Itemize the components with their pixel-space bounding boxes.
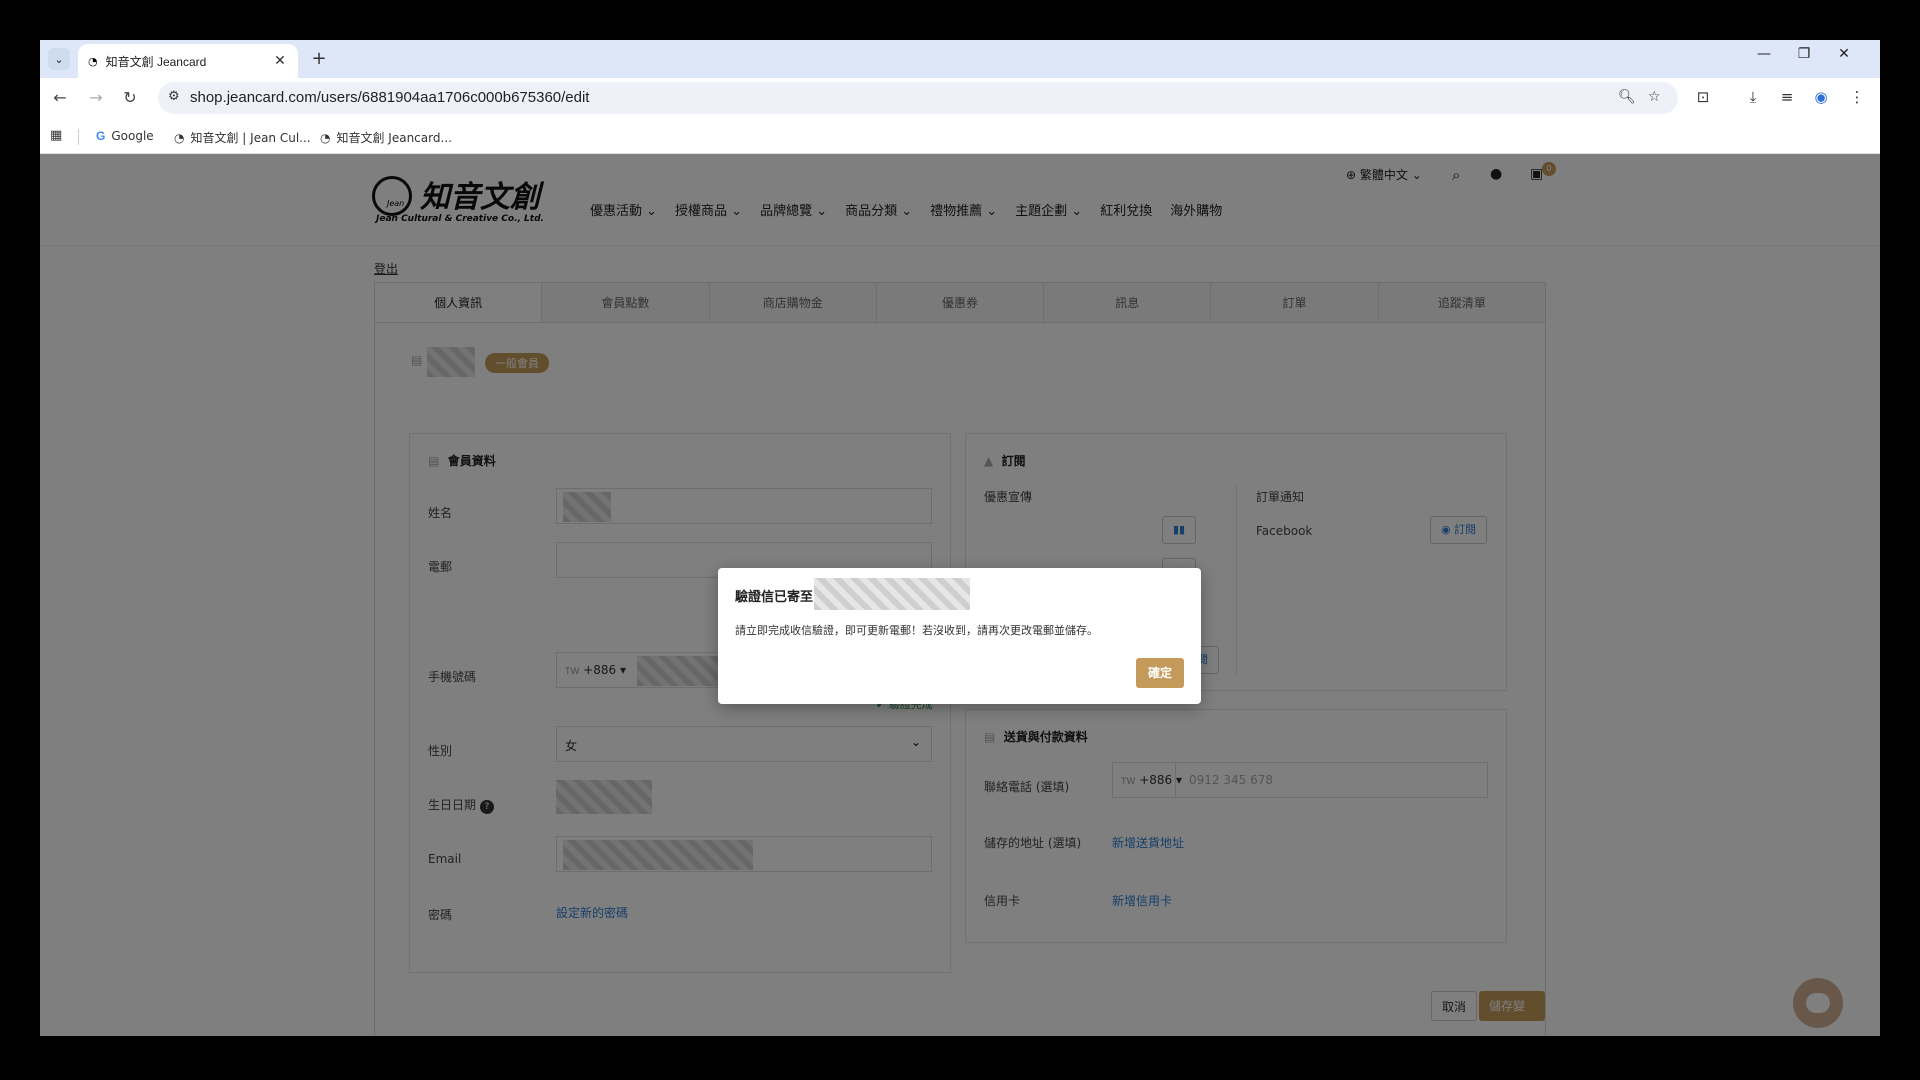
address-bar[interactable]: ⚙ shop.jeancard.com/users/6881904aa1706c… <box>158 82 1678 114</box>
favicon-icon: ◔ <box>88 54 98 68</box>
bookmark-star-icon[interactable]: ☆ <box>1648 89 1661 105</box>
bookmark-jean-2[interactable]: ◔ 知音文創 Jeancard... <box>320 129 452 146</box>
browser-toolbar: ← → ↻ ⚙ shop.jeancard.com/users/6881904a… <box>40 78 1880 120</box>
tab-title: 知音文創 Jeancard <box>105 54 207 69</box>
zoom-icon[interactable]: 🔍︎ <box>1618 89 1636 105</box>
tab-strip: ⌄ ◔ 知音文創 Jeancard ✕ + — ❐ ✕ <box>40 40 1880 78</box>
lens-icon[interactable]: ⊡ <box>1692 88 1714 106</box>
verification-modal: 驗證信已寄至 請立即完成收信驗證，即可更新電郵！若沒收到，請再次更改電郵並儲存。… <box>718 568 1201 704</box>
site-info-icon[interactable]: ⚙ <box>168 89 180 104</box>
reload-icon[interactable]: ↻ <box>118 88 142 107</box>
favicon-icon: ◔ <box>320 130 331 145</box>
media-icon[interactable]: ≡ <box>1776 88 1798 106</box>
modal-body: 請立即完成收信驗證，即可更新電郵！若沒收到，請再次更改電郵並儲存。 <box>735 624 1098 637</box>
profile-icon[interactable]: ◉ <box>1810 88 1832 106</box>
chevron-down-icon: ⌄ <box>54 52 64 66</box>
tab-search-button[interactable]: ⌄ <box>48 48 70 70</box>
menu-icon[interactable]: ⋮ <box>1846 88 1868 106</box>
confirm-button[interactable]: 確定 <box>1136 658 1184 688</box>
close-icon[interactable]: ✕ <box>272 53 288 69</box>
web-page: Jean 知音文創 Jean Cultural & Creative Co., … <box>40 154 1880 1036</box>
apps-grid-icon[interactable]: ▦ <box>50 128 62 143</box>
bookmark-google[interactable]: G Google <box>96 129 154 143</box>
browser-tab[interactable]: ◔ 知音文創 Jeancard ✕ <box>78 44 298 78</box>
bookmark-separator <box>78 129 79 145</box>
back-icon[interactable]: ← <box>48 88 72 107</box>
url-text: shop.jeancard.com/users/6881904aa1706c00… <box>190 89 590 106</box>
minimize-icon[interactable]: — <box>1744 46 1784 62</box>
modal-title: 驗證信已寄至 <box>735 590 814 605</box>
bookmark-jean-1[interactable]: ◔ 知音文創 | Jean Cul... <box>174 129 311 146</box>
device-frame: ⌄ ◔ 知音文創 Jeancard ✕ + — ❐ ✕ ← → ↻ ⚙ shop… <box>0 0 1920 1080</box>
download-icon[interactable]: ⤓ <box>1742 88 1764 106</box>
favicon-icon: ◔ <box>174 130 185 145</box>
browser-window: ⌄ ◔ 知音文創 Jeancard ✕ + — ❐ ✕ ← → ↻ ⚙ shop… <box>40 40 1880 1036</box>
modal-email-redacted <box>814 578 970 610</box>
restore-icon[interactable]: ❐ <box>1784 46 1824 62</box>
close-window-icon[interactable]: ✕ <box>1824 46 1864 62</box>
bookmarks-bar: ▦ G Google ◔ 知音文創 | Jean Cul... ◔ 知音文創 Jean… <box>40 120 1880 154</box>
google-icon: G <box>96 129 106 143</box>
new-tab-button[interactable]: + <box>308 48 330 69</box>
forward-icon[interactable]: → <box>84 88 108 107</box>
